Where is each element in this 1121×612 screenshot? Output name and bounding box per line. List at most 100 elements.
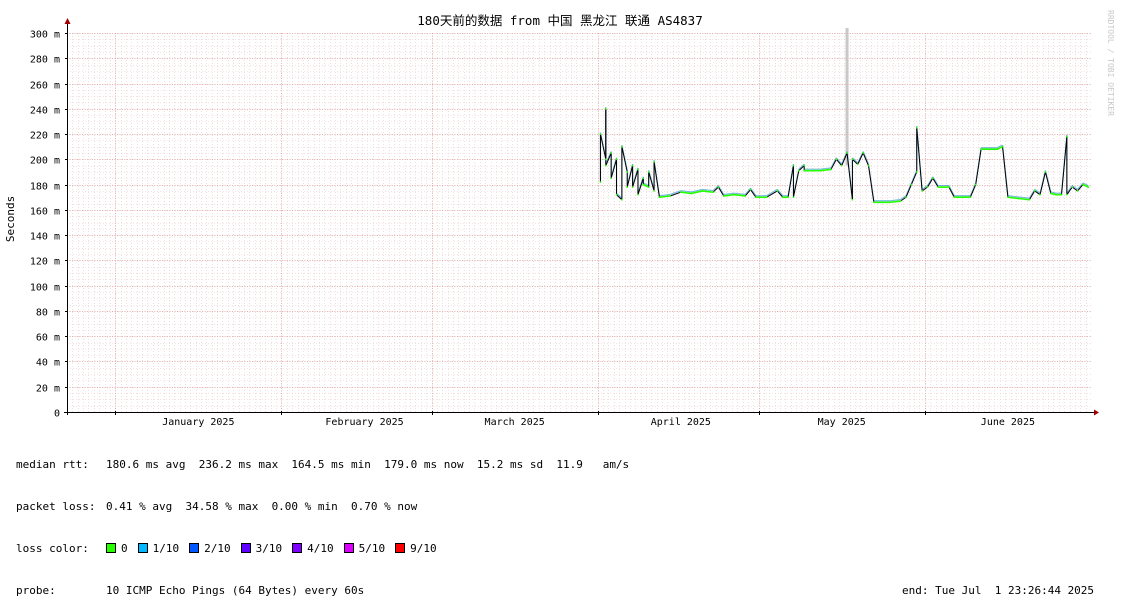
median-point <box>653 160 655 163</box>
loss-color-swatch <box>395 543 406 553</box>
median-rtt-value: 180.6 ms avg 236.2 ms max 164.5 ms min 1… <box>106 458 630 471</box>
median-segment <box>599 133 607 160</box>
median-segment <box>626 165 634 188</box>
y-tick-label: 80 m <box>36 308 60 319</box>
packet-loss-value: 0.41 % avg 34.58 % max 0.00 % min 0.70 %… <box>106 500 418 513</box>
probe-value: 10 ICMP Echo Pings (64 Bytes) every 60s <box>106 584 365 597</box>
median-segment <box>1028 190 1036 201</box>
median-point <box>792 196 795 199</box>
y-tick-label: 260 m <box>30 81 60 92</box>
loss-color-item: 1/10 <box>137 542 180 556</box>
end-time: end: Tue Jul 1 23:26:44 2025 <box>902 584 1095 597</box>
median-point <box>647 186 650 189</box>
y-tick-label: 20 m <box>36 384 60 395</box>
loss-color-text: 5/10 <box>358 542 386 555</box>
median-segment <box>969 184 977 198</box>
loss-color-swatch <box>106 543 116 553</box>
median-point <box>1082 183 1084 186</box>
y-tick-label: 200 m <box>30 156 60 167</box>
median-segment <box>792 170 800 198</box>
loss-color-swatch <box>137 543 148 553</box>
median-segment <box>653 161 660 198</box>
median-point <box>749 188 752 191</box>
median-segment <box>868 165 875 203</box>
x-tick-label: March 2025 <box>485 417 545 428</box>
grid-minor <box>67 33 1091 413</box>
x-tick-label: February 2025 <box>325 417 403 428</box>
median-layer <box>599 107 1090 204</box>
median-point <box>840 164 843 167</box>
median-point <box>931 177 934 180</box>
median-point <box>974 183 977 186</box>
y-tick-label: 40 m <box>36 358 60 369</box>
median-point <box>755 196 757 199</box>
median-point <box>953 196 956 199</box>
median-point <box>615 193 618 196</box>
median-point <box>996 148 999 151</box>
median-point <box>1033 190 1036 192</box>
median-segment <box>932 178 939 188</box>
median-point <box>642 177 645 180</box>
median-point <box>1065 135 1068 138</box>
y-tick-label: 240 m <box>30 106 60 117</box>
y-axis-label: Seconds <box>4 196 17 242</box>
y-tick-label: 140 m <box>30 232 60 243</box>
median-segment <box>734 193 746 197</box>
median-point <box>744 195 747 197</box>
y-tick-label: 300 m <box>30 30 60 41</box>
median-point <box>1065 193 1068 196</box>
median-point <box>803 169 806 172</box>
median-segment <box>1061 136 1068 195</box>
median-point <box>637 168 639 171</box>
median-point <box>604 107 607 110</box>
latency-chart: 180天前的数据 from 中国 黑龙江 联通 AS4837 RRDTOOL /… <box>4 10 1115 428</box>
median-point <box>658 196 661 199</box>
median-rtt-label: median rtt: <box>16 458 89 471</box>
median-segment <box>637 178 644 195</box>
median-segment <box>659 195 671 199</box>
y-tick-label: 120 m <box>30 257 60 268</box>
median-point <box>637 193 639 196</box>
x-tick-label: May 2025 <box>818 417 866 428</box>
median-point <box>899 200 902 202</box>
median-point <box>915 171 918 173</box>
median-point <box>862 152 865 154</box>
median-point <box>1017 197 1020 200</box>
median-point <box>620 145 623 148</box>
median-point <box>631 164 634 167</box>
loss-color-text: 2/10 <box>204 542 231 555</box>
median-point <box>701 190 704 192</box>
median-point <box>1007 196 1009 199</box>
median-point <box>626 186 629 189</box>
median-point <box>722 195 725 197</box>
median-segment <box>846 152 853 200</box>
median-point <box>846 152 848 154</box>
median-segment <box>717 186 725 197</box>
median-point <box>851 198 854 201</box>
median-point <box>910 183 913 186</box>
median-point <box>1049 192 1052 195</box>
median-segment <box>702 190 714 193</box>
median-point <box>889 201 891 204</box>
loss-color-swatch <box>189 543 200 553</box>
median-segment <box>787 165 794 198</box>
loss-color-swatch <box>343 543 354 553</box>
median-point <box>717 186 720 189</box>
median-point <box>653 190 655 192</box>
median-point <box>926 186 929 189</box>
median-segment <box>723 193 735 197</box>
median-segment <box>1007 196 1019 200</box>
median-point <box>830 168 832 171</box>
median-point <box>626 171 629 173</box>
x-axis-arrow <box>1094 409 1099 416</box>
loss-color-items: 0 1/10 2/10 3/10 4/10 5/10 9/10 <box>106 542 447 555</box>
median-point <box>1039 193 1041 196</box>
loss-color-text: 1/10 <box>152 542 180 555</box>
median-point <box>797 169 800 172</box>
median-point <box>835 158 838 161</box>
side-label: RRDTOOL / TOBI OETIKER <box>1106 10 1115 116</box>
median-point <box>642 183 645 186</box>
probe-label: probe: <box>16 584 56 597</box>
median-point <box>599 181 602 183</box>
loss-color-swatch <box>240 543 251 553</box>
